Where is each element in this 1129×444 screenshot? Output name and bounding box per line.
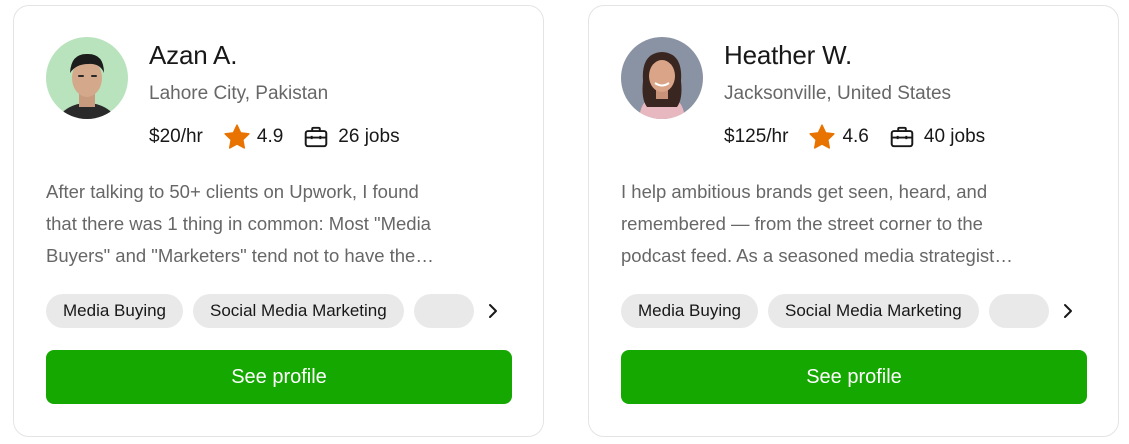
freelancer-name[interactable]: Heather W.: [724, 40, 852, 71]
skill-chips: Media Buying Social Media Marketing: [621, 294, 1083, 328]
briefcase-icon: [305, 126, 328, 148]
star-icon: [224, 124, 250, 149]
freelancer-card[interactable]: Azan A. Lahore City, Pakistan $20/hr 4.9…: [13, 5, 544, 437]
freelancer-location: Lahore City, Pakistan: [149, 83, 329, 104]
skill-chip[interactable]: Social Media Marketing: [193, 294, 404, 328]
chevron-right-icon: [489, 304, 497, 318]
description-line: After talking to 50+ clients on Upwork, …: [46, 181, 419, 202]
skill-chip-truncated[interactable]: [988, 294, 1049, 328]
rating-value: 4.9: [256, 126, 284, 147]
skill-chip[interactable]: Media Buying: [621, 294, 759, 328]
freelancer-name[interactable]: Azan A.: [149, 40, 237, 71]
description-line: that there was 1 thing in common: Most "…: [46, 213, 431, 234]
jobs-count: 40 jobs: [923, 126, 986, 147]
freelancer-location: Jacksonville, United States: [724, 83, 952, 104]
skill-chip[interactable]: Media Buying: [46, 294, 184, 328]
freelancer-description: After talking to 50+ clients on Upwork, …: [46, 176, 502, 272]
description-line: I help ambitious brands get seen, heard,…: [621, 181, 988, 202]
star-icon: [809, 124, 836, 149]
avatar-photo: [46, 37, 128, 119]
jobs-count: 26 jobs: [338, 126, 400, 147]
avatar[interactable]: [46, 37, 128, 119]
description-line: Buyers" and "Marketers" tend not to have…: [46, 245, 434, 266]
briefcase-icon: [890, 126, 914, 148]
avatar[interactable]: [621, 37, 703, 119]
skills-scroll-right-button[interactable]: [476, 294, 510, 328]
freelancer-card[interactable]: Heather W. Jacksonville, United States $…: [588, 5, 1119, 437]
hourly-rate: $125/hr: [724, 126, 789, 147]
description-line: remembered — from the street corner to t…: [621, 213, 983, 234]
chevron-right-icon: [1064, 304, 1072, 318]
freelancer-stats: $20/hr 4.9 26 jobs: [149, 123, 400, 151]
skill-chip-truncated[interactable]: [413, 294, 474, 328]
rating-value: 4.6: [842, 126, 869, 147]
skills-scroll-right-button[interactable]: [1051, 294, 1085, 328]
hourly-rate: $20/hr: [149, 126, 203, 147]
freelancer-stats: $125/hr 4.6 40 jobs: [724, 123, 985, 151]
avatar-photo: [621, 37, 703, 119]
freelancer-description: I help ambitious brands get seen, heard,…: [621, 176, 1077, 272]
description-line: podcast feed. As a seasoned media strate…: [621, 245, 1013, 266]
see-profile-button[interactable]: See profile: [46, 350, 512, 404]
skill-chip[interactable]: Social Media Marketing: [768, 294, 979, 328]
see-profile-button[interactable]: See profile: [621, 350, 1087, 404]
skill-chips: Media Buying Social Media Marketing: [46, 294, 508, 328]
